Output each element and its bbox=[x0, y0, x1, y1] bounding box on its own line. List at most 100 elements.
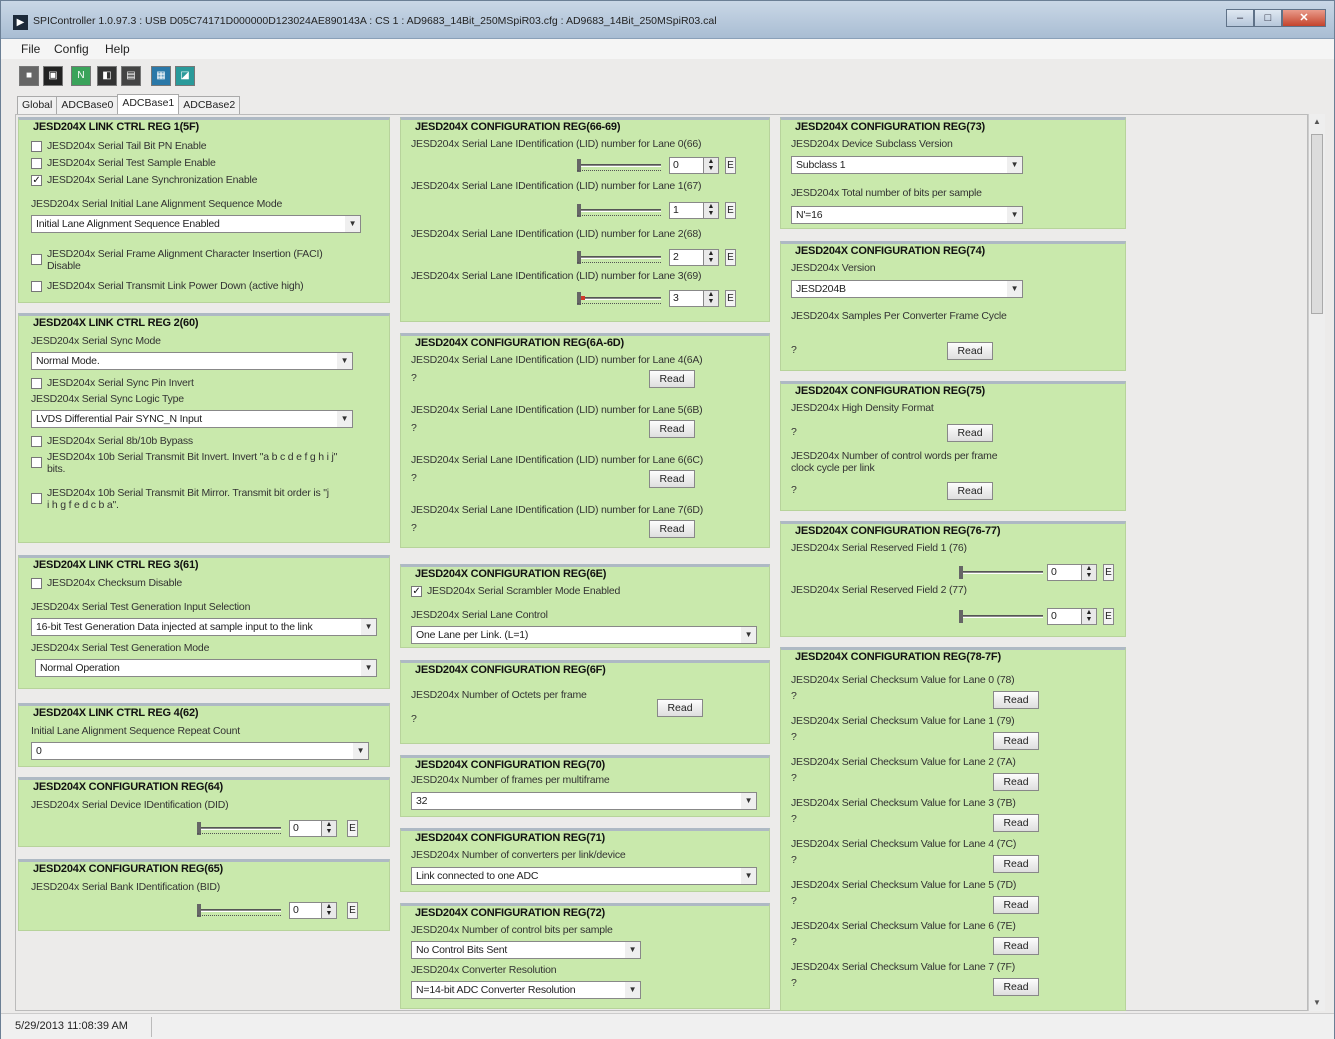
lane-control-select[interactable]: One Lane per Link. (L=1) ▼ bbox=[411, 626, 757, 644]
lane1-lid-spin[interactable]: ▲ ▼ bbox=[703, 202, 719, 219]
did-e-button[interactable]: E bbox=[347, 820, 358, 837]
sync-mode-select[interactable]: Normal Mode. ▼ bbox=[31, 352, 353, 370]
reserved1-spin[interactable]: ▲ ▼ bbox=[1081, 564, 1097, 581]
menu-file[interactable]: File bbox=[21, 42, 40, 56]
menu-config[interactable]: Config bbox=[54, 42, 89, 56]
sync-logic-select[interactable]: LVDS Differential Pair SYNC_N Input ▼ bbox=[31, 410, 353, 428]
scroll-up-icon[interactable]: ▲ bbox=[1309, 114, 1325, 130]
bid-e-button[interactable]: E bbox=[347, 902, 358, 919]
group-config-reg74: JESD204X CONFIGURATION REG(74) JESD204x … bbox=[780, 241, 1126, 371]
subclass-select[interactable]: Subclass 1 ▼ bbox=[791, 156, 1023, 174]
checksum-lane0-read-button[interactable]: Read bbox=[993, 691, 1039, 709]
checksum-lane2-read-button[interactable]: Read bbox=[993, 773, 1039, 791]
bit-mirror-checkbox[interactable]: JESD204x 10b Serial Transmit Bit Mirror.… bbox=[31, 487, 331, 511]
checksum-lane5-read-button[interactable]: Read bbox=[993, 896, 1039, 914]
test-gen-input-select[interactable]: 16-bit Test Generation Data injected at … bbox=[31, 618, 377, 636]
did-label: JESD204x Serial Device IDentification (D… bbox=[31, 799, 229, 811]
group-title: JESD204X CONFIGURATION REG(75) bbox=[795, 385, 986, 397]
menu-help[interactable]: Help bbox=[105, 42, 130, 56]
reserved1-e-button[interactable]: E bbox=[1103, 564, 1114, 581]
display-icon[interactable]: ◧ bbox=[97, 66, 117, 86]
octets-read-button[interactable]: Read bbox=[657, 699, 703, 717]
checksum-lane7-read-button[interactable]: Read bbox=[993, 978, 1039, 996]
tab-adcbase2[interactable]: ADCBase2 bbox=[178, 96, 241, 114]
scrambler-checkbox[interactable]: ✓ JESD204x Serial Scrambler Mode Enabled bbox=[411, 585, 620, 597]
tx-power-down-checkbox[interactable]: JESD204x Serial Transmit Link Power Down… bbox=[31, 280, 304, 292]
chip-icon[interactable]: ▦ bbox=[151, 66, 171, 86]
lane3-lid-slider[interactable] bbox=[577, 292, 661, 306]
lane2-lid-slider[interactable] bbox=[577, 251, 661, 265]
group-link-ctrl-reg1: JESD204X LINK CTRL REG 1(5F) JESD204x Se… bbox=[18, 117, 390, 303]
checksum-lane6-read-button[interactable]: Read bbox=[993, 937, 1039, 955]
reserved1-slider[interactable] bbox=[959, 566, 1043, 580]
lane0-lid-slider[interactable] bbox=[577, 159, 661, 173]
new-icon[interactable]: N bbox=[71, 66, 91, 86]
did-spin[interactable]: ▲ ▼ bbox=[321, 820, 337, 837]
did-slider[interactable] bbox=[197, 822, 281, 836]
ilas-mode-select[interactable]: Initial Lane Alignment Sequence Enabled ▼ bbox=[31, 215, 361, 233]
lane1-lid-e-button[interactable]: E bbox=[725, 202, 736, 219]
samples-read-button[interactable]: Read bbox=[947, 342, 993, 360]
test-gen-mode-select[interactable]: Normal Operation ▼ bbox=[35, 659, 377, 677]
group-title: JESD204X CONFIGURATION REG(70) bbox=[415, 759, 606, 771]
tail-bit-pn-checkbox[interactable]: JESD204x Serial Tail Bit PN Enable bbox=[31, 140, 207, 152]
lane6-read-button[interactable]: Read bbox=[649, 470, 695, 488]
test-sample-checkbox[interactable]: JESD204x Serial Test Sample Enable bbox=[31, 157, 216, 169]
group-title: JESD204X LINK CTRL REG 2(60) bbox=[33, 317, 199, 329]
chart-icon[interactable]: ◪ bbox=[175, 66, 195, 86]
sync-pin-invert-checkbox[interactable]: JESD204x Serial Sync Pin Invert bbox=[31, 377, 194, 389]
status-divider bbox=[151, 1017, 152, 1037]
bit-invert-checkbox[interactable]: JESD204x 10b Serial Transmit Bit Invert.… bbox=[31, 451, 351, 475]
bid-slider[interactable] bbox=[197, 904, 281, 918]
checksum-lane3-read-button[interactable]: Read bbox=[993, 814, 1039, 832]
group-title: JESD204X LINK CTRL REG 4(62) bbox=[33, 707, 199, 719]
lane4-read-button[interactable]: Read bbox=[649, 370, 695, 388]
lane-sync-checkbox[interactable]: ✓ JESD204x Serial Lane Synchronization En… bbox=[31, 174, 257, 186]
checksum-lane1-read-button[interactable]: Read bbox=[993, 732, 1039, 750]
lane2-lid-e-button[interactable]: E bbox=[725, 249, 736, 266]
lane2-lid-spin[interactable]: ▲ ▼ bbox=[703, 249, 719, 266]
lane7-read-button[interactable]: Read bbox=[649, 520, 695, 538]
version-select[interactable]: JESD204B ▼ bbox=[791, 280, 1023, 298]
converter-resolution-select[interactable]: N=14-bit ADC Converter Resolution ▼ bbox=[411, 981, 641, 999]
tab-global[interactable]: Global bbox=[17, 96, 58, 114]
lane0-lid-label: JESD204x Serial Lane IDentification (LID… bbox=[411, 138, 702, 150]
ilas-repeat-select[interactable]: 0 ▼ bbox=[31, 742, 369, 760]
converters-per-link-select[interactable]: Link connected to one ADC ▼ bbox=[411, 867, 757, 885]
scroll-thumb[interactable] bbox=[1311, 134, 1323, 314]
control-bits-select[interactable]: No Control Bits Sent ▼ bbox=[411, 941, 641, 959]
octets-per-frame-value: ? bbox=[411, 713, 417, 725]
lane0-lid-e-button[interactable]: E bbox=[725, 157, 736, 174]
register-icon[interactable]: ▤ bbox=[121, 66, 141, 86]
lane3-lid-e-button[interactable]: E bbox=[725, 290, 736, 307]
bid-spin[interactable]: ▲ ▼ bbox=[321, 902, 337, 919]
high-density-read-button[interactable]: Read bbox=[947, 424, 993, 442]
checksum-disable-checkbox[interactable]: JESD204x Checksum Disable bbox=[31, 577, 182, 589]
vertical-scrollbar[interactable]: ▲ ▼ bbox=[1308, 114, 1325, 1011]
bypass-8b10b-checkbox[interactable]: JESD204x Serial 8b/10b Bypass bbox=[31, 435, 193, 447]
reserved2-e-button[interactable]: E bbox=[1103, 608, 1114, 625]
tab-adcbase1[interactable]: ADCBase1 bbox=[117, 94, 180, 114]
tab-adcbase0[interactable]: ADCBase0 bbox=[56, 96, 119, 114]
maximize-button[interactable]: □ bbox=[1254, 9, 1282, 27]
control-words-read-button[interactable]: Read bbox=[947, 482, 993, 500]
lane5-read-button[interactable]: Read bbox=[649, 420, 695, 438]
minimize-button[interactable]: – bbox=[1226, 9, 1254, 27]
save-icon[interactable]: ▣ bbox=[43, 66, 63, 86]
close-button[interactable]: ✕ bbox=[1282, 9, 1326, 27]
reserved2-slider[interactable] bbox=[959, 610, 1043, 624]
lane0-lid-spin[interactable]: ▲ ▼ bbox=[703, 157, 719, 174]
reserved2-spin[interactable]: ▲ ▼ bbox=[1081, 608, 1097, 625]
checksum-lane4-read-button[interactable]: Read bbox=[993, 855, 1039, 873]
faci-disable-checkbox[interactable]: JESD204x Serial Frame Alignment Characte… bbox=[31, 248, 351, 272]
lane3-lid-spin[interactable]: ▲ ▼ bbox=[703, 290, 719, 307]
app-icon: ▶ bbox=[13, 15, 28, 30]
checksum-lane6-label: JESD204x Serial Checksum Value for Lane … bbox=[791, 920, 1016, 932]
stop-icon[interactable]: ■ bbox=[19, 66, 39, 86]
frames-per-multiframe-select[interactable]: 32 ▼ bbox=[411, 792, 757, 810]
lane1-lid-slider[interactable] bbox=[577, 204, 661, 218]
bits-per-sample-select[interactable]: N'=16 ▼ bbox=[791, 206, 1023, 224]
group-config-reg65: JESD204X CONFIGURATION REG(65) JESD204x … bbox=[18, 859, 390, 931]
scroll-down-icon[interactable]: ▼ bbox=[1309, 995, 1325, 1011]
chevron-down-icon: ▼ bbox=[337, 353, 352, 369]
